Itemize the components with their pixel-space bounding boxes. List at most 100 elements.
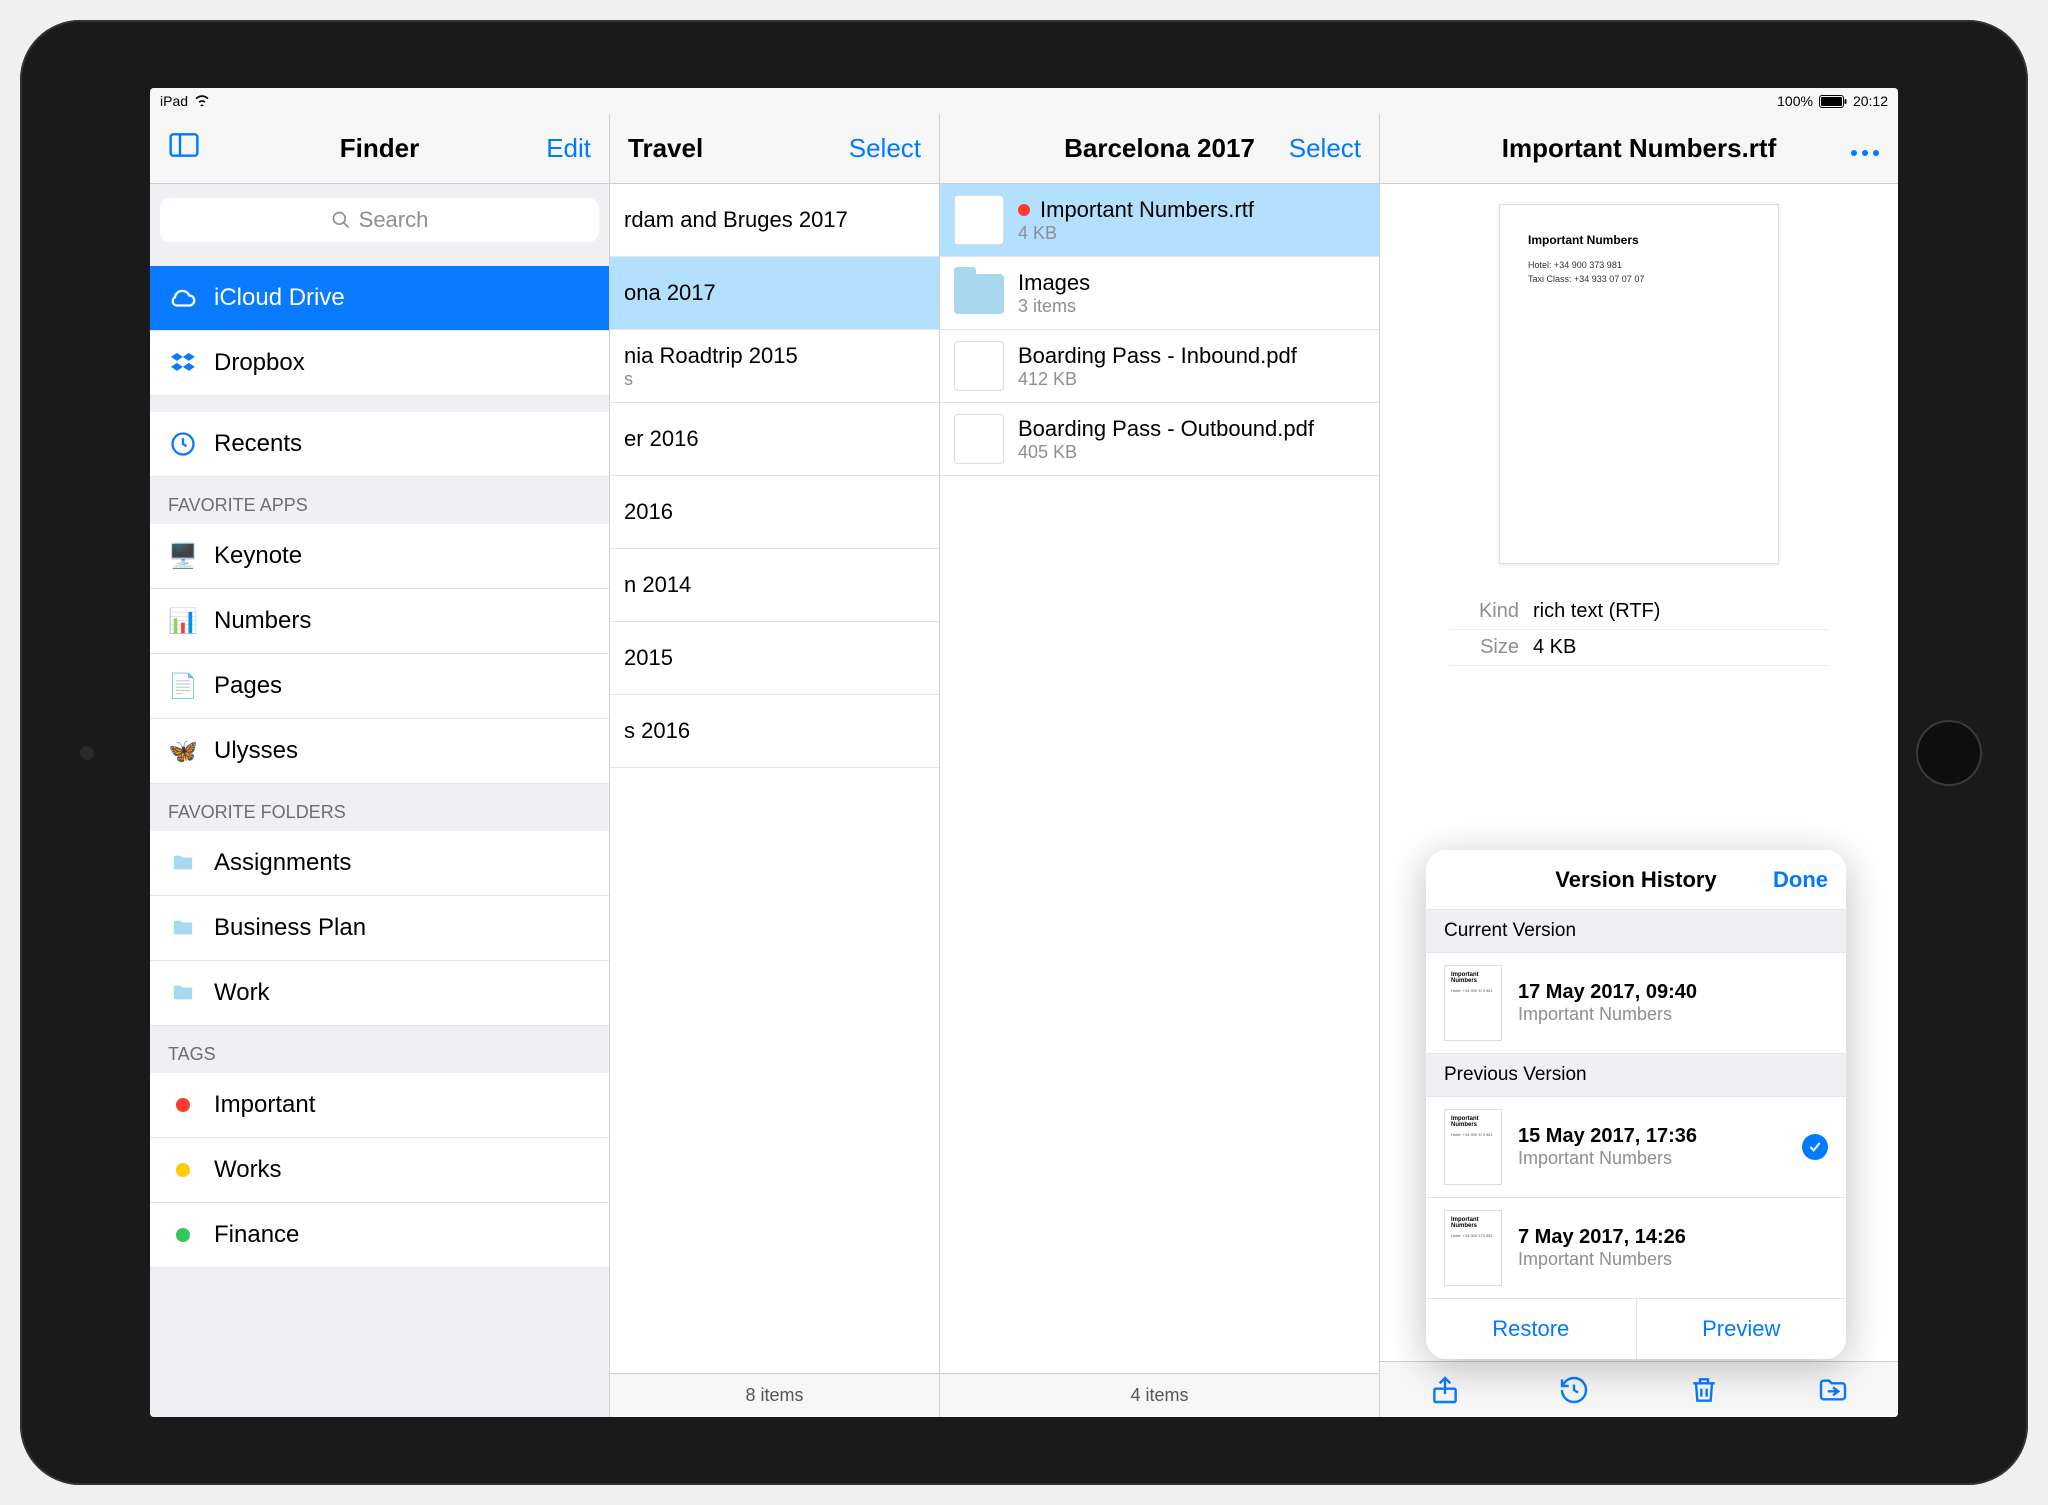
folder-thumb-icon: [954, 268, 1004, 318]
wifi-icon: [194, 93, 210, 109]
list-item[interactable]: Boarding Pass - Inbound.pdf 412 KB: [940, 330, 1379, 403]
sidebar-item-label: iCloud Drive: [214, 284, 345, 312]
travel-list[interactable]: rdam and Bruges 2017 ona 2017 nia Roadtr…: [610, 184, 939, 1373]
sidebar-item-label: Assignments: [214, 849, 351, 877]
sidebar-item-label: Ulysses: [214, 737, 298, 765]
dropbox-icon: [168, 348, 198, 378]
folder-icon: [168, 978, 198, 1008]
favorite-apps-header: FAVORITE APPS: [150, 477, 609, 524]
info-value: 4 KB: [1533, 636, 1576, 659]
version-datetime: 15 May 2017, 17:36: [1518, 1125, 1697, 1148]
app-icon: 🖥️: [168, 541, 198, 571]
travel-footer: 8 items: [610, 1373, 939, 1417]
info-key: Kind: [1449, 600, 1519, 623]
front-camera: [80, 746, 94, 760]
sidebar-item-tag[interactable]: Finance: [150, 1203, 609, 1268]
move-button[interactable]: [1817, 1374, 1849, 1406]
status-bar: iPad 100% 20:12: [150, 88, 1898, 114]
restore-button[interactable]: Restore: [1426, 1299, 1636, 1359]
sidebar-item-ulysses[interactable]: 🦋 Ulysses: [150, 719, 609, 784]
sidebar-item-pages[interactable]: 📄 Pages: [150, 654, 609, 719]
sidebar-item-tag[interactable]: Works: [150, 1138, 609, 1203]
search-placeholder: Search: [359, 207, 429, 233]
ipad-frame: iPad 100% 20:12 Finder: [20, 20, 2028, 1485]
sidebar-item-folder[interactable]: Work: [150, 961, 609, 1026]
barcelona-nav: Barcelona 2017 Select: [940, 114, 1379, 184]
info-value: rich text (RTF): [1533, 600, 1660, 623]
sidebar-item-folder[interactable]: Assignments: [150, 831, 609, 896]
history-button[interactable]: [1558, 1374, 1590, 1406]
sidebar-item-tag[interactable]: Important: [150, 1073, 609, 1138]
folder-icon: [168, 913, 198, 943]
document-preview: Important Numbers Hotel: +34 900 373 981…: [1499, 204, 1779, 564]
version-row[interactable]: Important NumbersHotel: +34 900 373 981 …: [1426, 1097, 1846, 1198]
sidebar-item-label: Finance: [214, 1221, 299, 1249]
doc-thumb-icon: [954, 414, 1004, 464]
popover-header: Version History Done: [1426, 850, 1846, 910]
version-datetime: 7 May 2017, 14:26: [1518, 1226, 1686, 1249]
search-input[interactable]: Search: [160, 198, 599, 242]
list-item[interactable]: Images 3 items: [940, 257, 1379, 330]
checkmark-icon: [1802, 1134, 1828, 1160]
app-icon: 📄: [168, 671, 198, 701]
sidebar-item-folder[interactable]: Business Plan: [150, 896, 609, 961]
barcelona-list[interactable]: Important Numbers.rtf 4 KB Images 3 item…: [940, 184, 1379, 1373]
select-button[interactable]: Select: [831, 133, 939, 164]
tag-dot-icon: [176, 1098, 190, 1112]
sidebar-item-dropbox[interactable]: Dropbox: [150, 331, 609, 396]
sidebar-nav: Finder Edit: [150, 114, 609, 184]
column-detail: Important Numbers.rtf Important Numbers …: [1380, 114, 1898, 1417]
more-button[interactable]: [1832, 133, 1898, 164]
tag-dot-icon: [176, 1163, 190, 1177]
sidebar-item-label: Important: [214, 1091, 315, 1119]
list-item[interactable]: s 2016: [610, 695, 939, 768]
favorite-folders-header: FAVORITE FOLDERS: [150, 784, 609, 831]
doc-thumb-icon: [954, 341, 1004, 391]
previous-version-header: Previous Version: [1426, 1054, 1846, 1097]
sidebar-toggle-icon[interactable]: [150, 129, 218, 168]
tags-header: TAGS: [150, 1026, 609, 1073]
sidebar-item-recents[interactable]: Recents: [150, 412, 609, 477]
app: Finder Edit Search iCloud Drive: [150, 114, 1898, 1417]
doc-thumb-icon: [954, 195, 1004, 245]
info-grid: Kindrich text (RTF) Size4 KB: [1449, 594, 1829, 666]
list-item[interactable]: n 2014: [610, 549, 939, 622]
sidebar-item-icloud-drive[interactable]: iCloud Drive: [150, 266, 609, 331]
version-row-current[interactable]: Important NumbersHotel: +34 900 373 981 …: [1426, 953, 1846, 1054]
share-button[interactable]: [1429, 1374, 1461, 1406]
sidebar-item-label: Pages: [214, 672, 282, 700]
list-item[interactable]: 2016: [610, 476, 939, 549]
sidebar: Finder Edit Search iCloud Drive: [150, 114, 610, 1417]
list-item[interactable]: Boarding Pass - Outbound.pdf 405 KB: [940, 403, 1379, 476]
detail-toolbar: [1380, 1361, 1898, 1417]
battery-icon: [1819, 95, 1847, 108]
sidebar-item-label: Recents: [214, 430, 302, 458]
column-travel: Travel Select rdam and Bruges 2017 ona 2…: [610, 114, 940, 1417]
preview-button[interactable]: Preview: [1636, 1299, 1847, 1359]
list-item[interactable]: 2015: [610, 622, 939, 695]
list-item[interactable]: ona 2017: [610, 257, 939, 330]
sidebar-item-numbers[interactable]: 📊 Numbers: [150, 589, 609, 654]
sidebar-item-keynote[interactable]: 🖥️ Keynote: [150, 524, 609, 589]
list-item[interactable]: nia Roadtrip 2015s: [610, 330, 939, 403]
tag-dot-icon: [176, 1228, 190, 1242]
version-row[interactable]: Important NumbersHotel: +34 900 373 981 …: [1426, 1198, 1846, 1299]
folder-icon: [168, 848, 198, 878]
detail-title: Important Numbers.rtf: [1380, 133, 1898, 164]
version-thumb-icon: Important NumbersHotel: +34 900 373 981: [1444, 1109, 1502, 1185]
version-history-popover: Version History Done Current Version Imp…: [1426, 850, 1846, 1359]
done-button[interactable]: Done: [1773, 867, 1828, 893]
version-datetime: 17 May 2017, 09:40: [1518, 981, 1697, 1004]
list-item[interactable]: Important Numbers.rtf 4 KB: [940, 184, 1379, 257]
screen: iPad 100% 20:12 Finder: [150, 88, 1898, 1417]
edit-button[interactable]: Edit: [528, 133, 609, 164]
sidebar-item-label: Work: [214, 979, 270, 1007]
list-item[interactable]: er 2016: [610, 403, 939, 476]
column-barcelona: Barcelona 2017 Select Important Numbers.…: [940, 114, 1380, 1417]
list-item[interactable]: rdam and Bruges 2017: [610, 184, 939, 257]
home-button[interactable]: [1916, 720, 1982, 786]
status-time: 20:12: [1853, 93, 1888, 109]
select-button[interactable]: Select: [1271, 133, 1379, 164]
delete-button[interactable]: [1688, 1374, 1720, 1406]
version-filename: Important Numbers: [1518, 1004, 1697, 1025]
